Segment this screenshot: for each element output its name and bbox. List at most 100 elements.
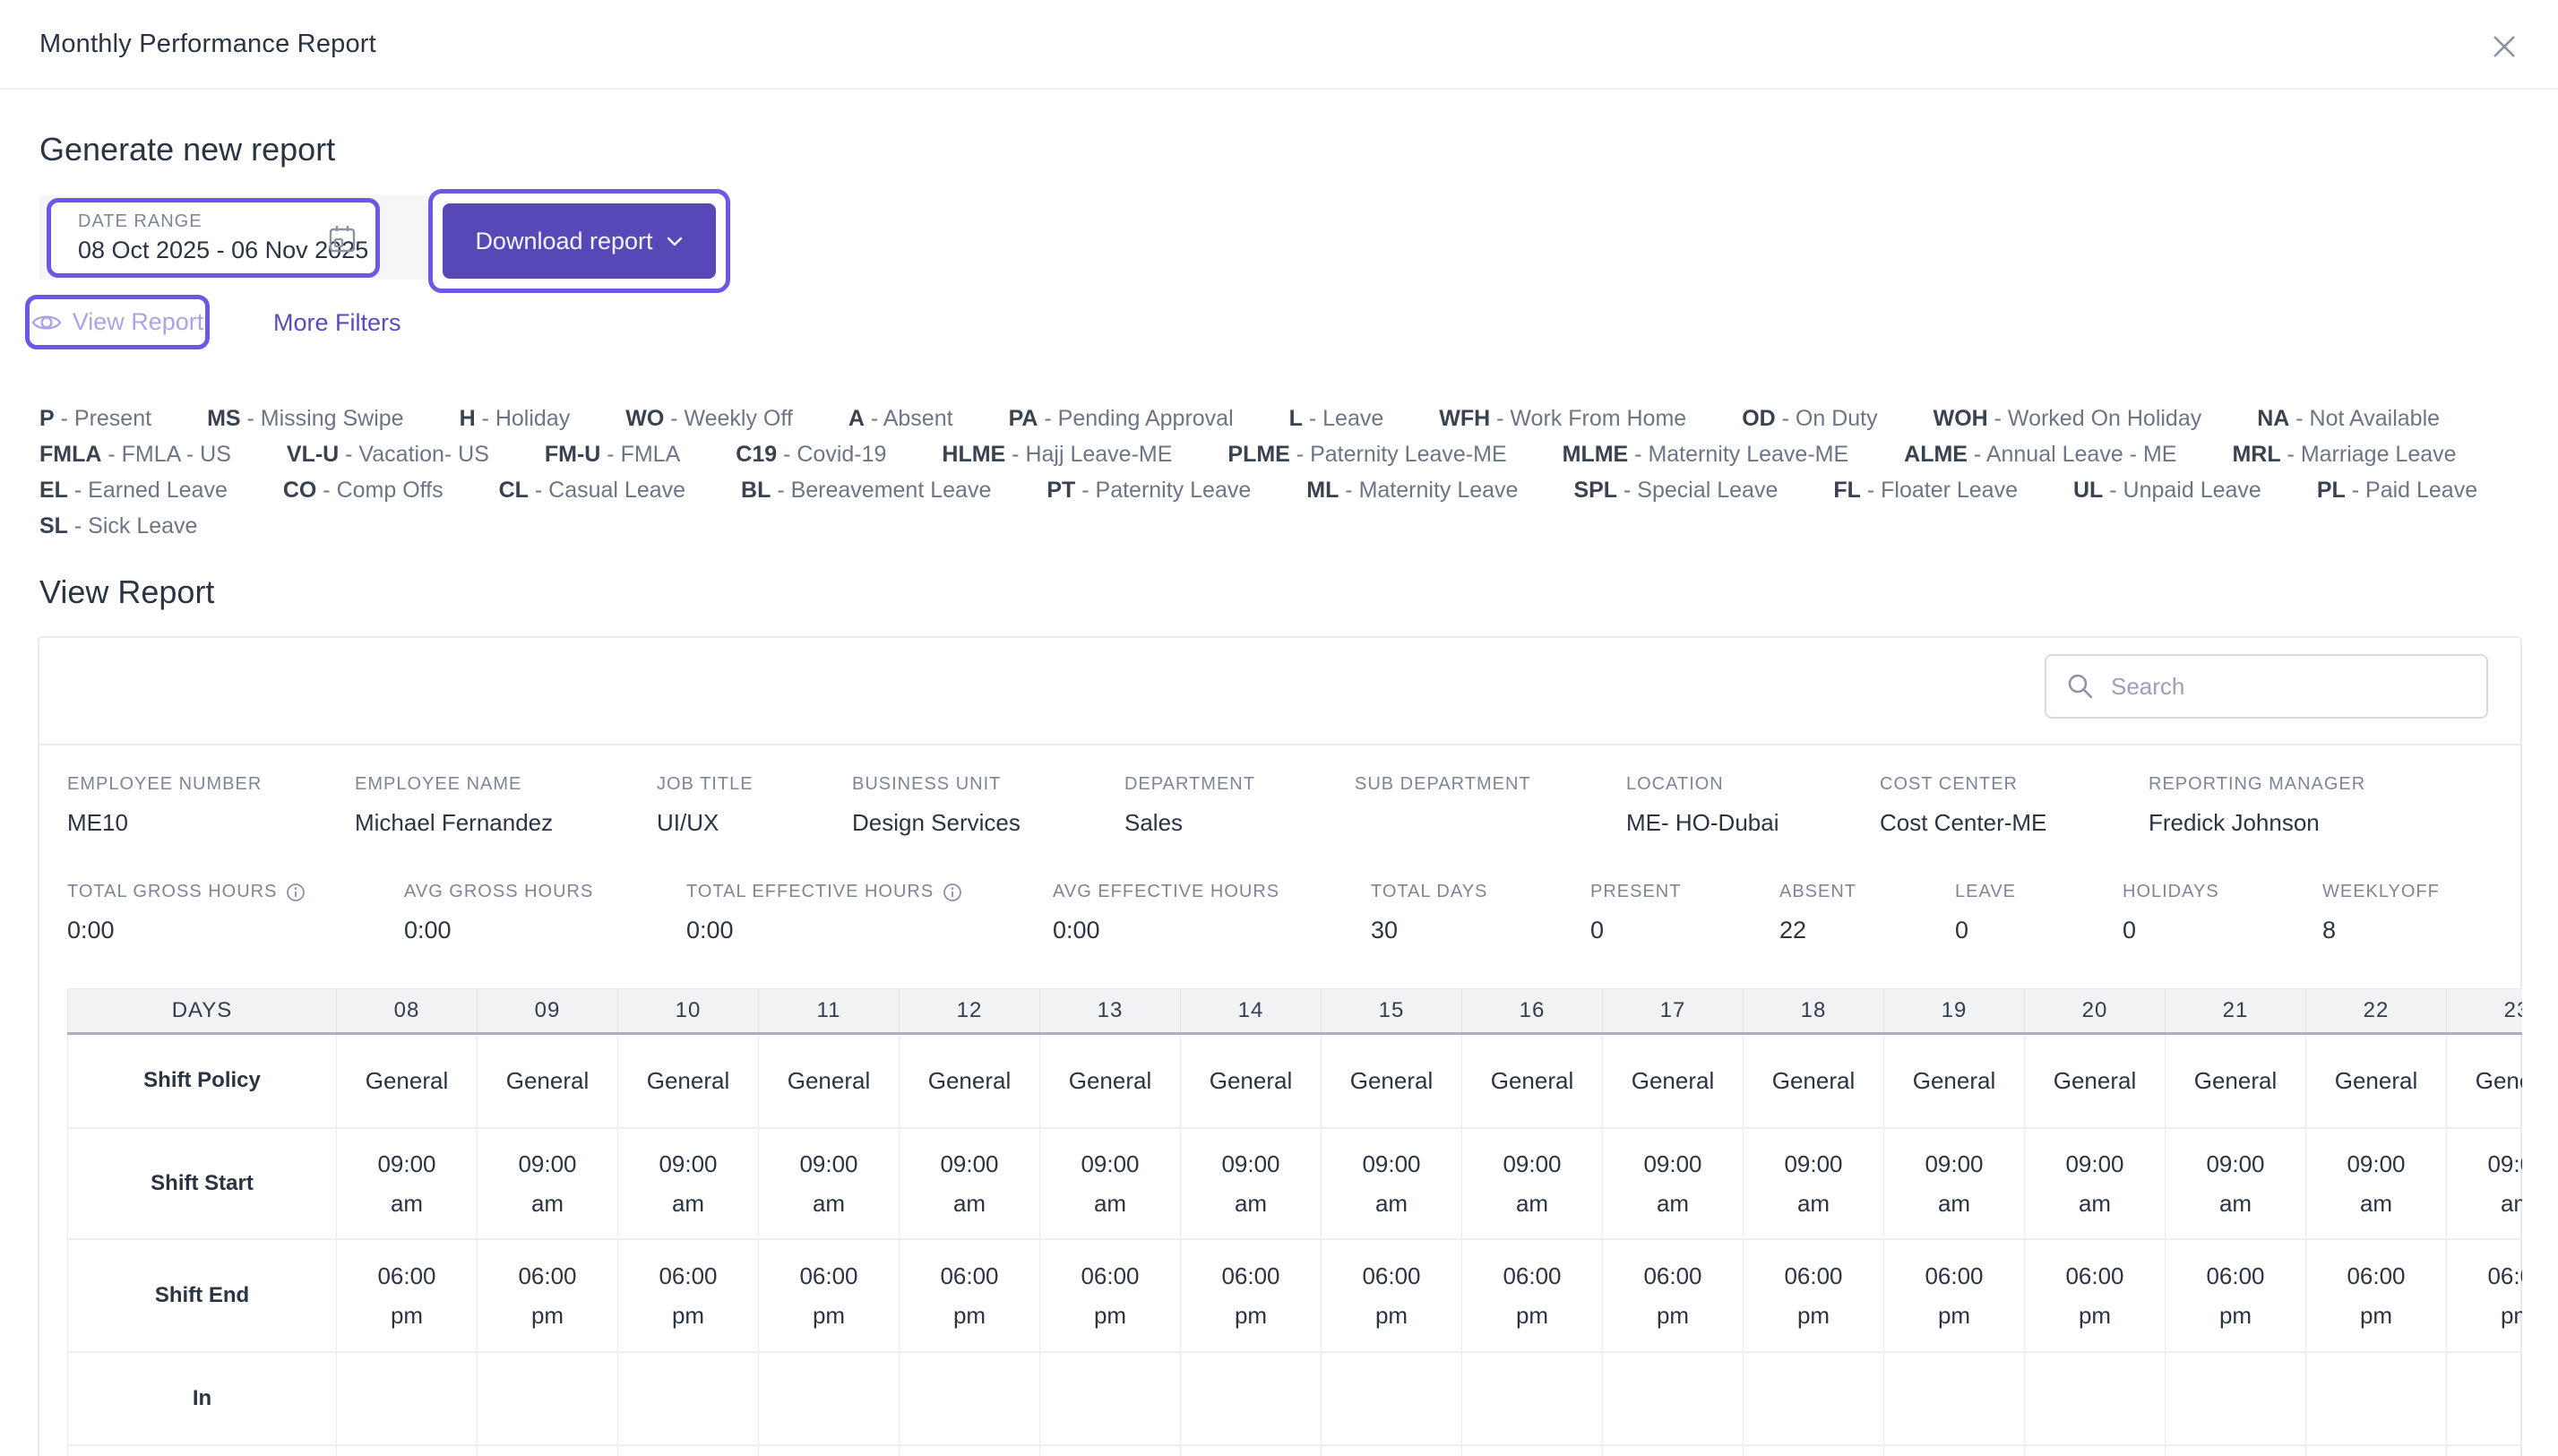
view-report-link[interactable]: View Report	[25, 295, 210, 349]
table-cell	[1461, 1444, 1603, 1456]
day-column-header: 20	[2024, 988, 2166, 1035]
legend-item: L - Leave	[1288, 405, 1384, 431]
table-cell: 09:00 am	[1883, 1127, 2025, 1240]
table-cell: General	[1321, 1033, 1462, 1129]
table-cell: General	[477, 1033, 618, 1129]
day-column-header: 21	[2165, 988, 2306, 1035]
table-cell: 06:00 pm	[2024, 1238, 2166, 1353]
legend-item: PA - Pending Approval	[1008, 405, 1234, 431]
info-icon	[943, 883, 962, 901]
table-cell: 06:00 pm	[899, 1238, 1040, 1353]
table-cell: 09:00 am	[899, 1127, 1040, 1240]
legend-item: PT - Paternity Leave	[1046, 477, 1252, 503]
table-cell: 09:00 am	[1321, 1127, 1462, 1240]
field: COST CENTER Cost Center-ME	[1880, 774, 2149, 837]
field-label: DEPARTMENT	[1124, 774, 1255, 794]
field-label: TOTAL GROSS HOURS	[67, 882, 404, 902]
day-column-header: 19	[1883, 988, 2025, 1035]
field-value: 0:00	[67, 917, 115, 943]
field-label: HOLIDAYS	[2123, 882, 2219, 901]
view-report-section-heading: View Report	[39, 573, 215, 610]
field-label: AVG EFFECTIVE HOURS	[1053, 882, 1280, 901]
table-cell	[1602, 1444, 1744, 1456]
table-cell: 06:00 pm	[617, 1238, 759, 1353]
day-column-header: 10	[617, 988, 759, 1035]
download-report-button[interactable]: Download report	[443, 203, 716, 279]
table-cell	[1180, 1444, 1322, 1456]
field-label: BUSINESS UNIT	[852, 774, 1002, 794]
date-range-field[interactable]: DATE RANGE 08 Oct 2025 - 06 Nov 2025	[47, 198, 380, 278]
field: SUB DEPARTMENT	[1355, 774, 1626, 837]
legend-item: FMLA - FMLA - US	[39, 441, 231, 467]
legend-item: P - Present	[39, 405, 152, 431]
table-cell: General	[1602, 1033, 1744, 1129]
legend-item: CO - Comp Offs	[282, 477, 444, 503]
field-value: 0:00	[404, 917, 452, 943]
attendance-table-viewport: DAYS08091011121314151617181920212223 Shi…	[67, 988, 2522, 1456]
table-cell: 09:00 am	[758, 1127, 900, 1240]
legend-item: WO - Weekly Off	[625, 405, 793, 431]
field-value: 0:00	[1053, 917, 1100, 943]
table-cell: General	[2305, 1033, 2447, 1129]
field-label: AVG GROSS HOURS	[404, 882, 594, 901]
legend-item: MRL - Marriage Leave	[2232, 441, 2457, 467]
table-row: Shift Start 09:00 am 09:00 am 09:00 am 09:00…	[67, 1127, 2522, 1240]
table-cell: 06:00 pm	[1039, 1238, 1181, 1353]
table-row	[67, 1444, 2522, 1456]
table-cell	[477, 1444, 618, 1456]
field: PRESENT 0	[1590, 882, 1779, 944]
legend-item: PL - Paid Leave	[2316, 477, 2478, 503]
close-button[interactable]	[2485, 27, 2524, 66]
table-cell: 09:00 am	[2165, 1127, 2306, 1240]
day-column-header: 09	[477, 988, 618, 1035]
table-cell: 06:00 pm	[1602, 1238, 1744, 1353]
table-cell	[336, 1444, 478, 1456]
table-cell: 06:00 pm	[758, 1238, 900, 1353]
table-cell	[1321, 1444, 1462, 1456]
legend-item: MS - Missing Swipe	[207, 405, 404, 431]
legend-item: UL - Unpaid Leave	[2073, 477, 2261, 503]
info-icon	[287, 883, 306, 901]
field-label: LOCATION	[1626, 774, 1724, 794]
more-filters-link[interactable]: More Filters	[273, 309, 401, 337]
field: HOLIDAYS 0	[2123, 882, 2322, 944]
day-column-header: 14	[1180, 988, 1322, 1035]
legend-item: A - Absent	[848, 405, 953, 431]
table-cell	[1039, 1444, 1181, 1456]
search-input[interactable]	[2111, 672, 2486, 701]
close-icon	[2493, 36, 2515, 57]
field-value: 0:00	[686, 917, 734, 943]
report-panel: EMPLOYEE NUMBER ME10 EMPLOYEE NAME Michael …	[38, 636, 2522, 1456]
table-cell: General	[2165, 1033, 2306, 1129]
field-value: 0	[1590, 917, 1605, 943]
table-cell: 06:00 pm	[477, 1238, 618, 1353]
legend-item: SPL - Special Leave	[1573, 477, 1779, 503]
table-cell	[2305, 1444, 2447, 1456]
table-cell	[1321, 1351, 1462, 1446]
modal-header: Monthly Performance Report	[0, 0, 2558, 90]
table-cell	[1039, 1351, 1181, 1446]
table-cell: 06:00 pm	[2165, 1238, 2306, 1353]
table-cell	[2446, 1351, 2522, 1446]
field-value: Michael Fernandez	[355, 809, 554, 836]
modal-title: Monthly Performance Report	[39, 30, 376, 58]
table-cell	[1461, 1351, 1603, 1446]
day-column-header: 23	[2446, 988, 2522, 1035]
search-box[interactable]	[2045, 654, 2488, 719]
legend-item: H - Holiday	[459, 405, 571, 431]
legend-row: SL - Sick Leave	[39, 508, 2519, 544]
table-cell	[617, 1351, 759, 1446]
row-label: Shift Policy	[67, 1033, 337, 1129]
table-cell: General	[2446, 1033, 2522, 1129]
table-cell	[1602, 1351, 1744, 1446]
legend-item: PLME - Paternity Leave-ME	[1227, 441, 1507, 467]
table-cell: 06:00 pm	[1180, 1238, 1322, 1353]
day-column-header: 13	[1039, 988, 1181, 1035]
table-cell: 06:00 pm	[2446, 1238, 2522, 1353]
table-cell: General	[899, 1033, 1040, 1129]
table-cell: 09:00 am	[617, 1127, 759, 1240]
field-value: 22	[1779, 917, 1807, 943]
field-label: LEAVE	[1955, 882, 2016, 901]
day-column-header: 15	[1321, 988, 1462, 1035]
legend-row: EL - Earned Leave CO - Comp Offs CL - Casu…	[39, 472, 2519, 508]
